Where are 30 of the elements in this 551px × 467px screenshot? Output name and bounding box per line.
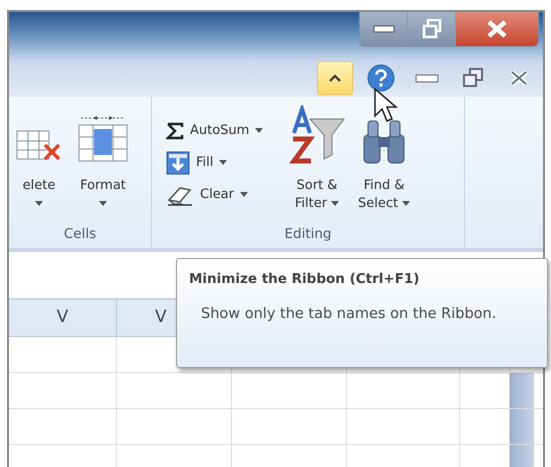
sort-filter-icon xyxy=(288,105,346,165)
restore-icon xyxy=(462,67,484,89)
column-header[interactable]: V xyxy=(9,300,117,336)
close-icon xyxy=(509,69,529,87)
help-icon xyxy=(366,63,396,93)
minimize-button[interactable] xyxy=(360,12,408,46)
autosum-button[interactable]: AutoSum xyxy=(166,119,270,143)
find-select-button[interactable]: Find & Select xyxy=(356,105,412,224)
eraser-icon xyxy=(166,184,194,206)
fill-down-icon xyxy=(166,151,190,175)
group-label: Cells xyxy=(62,224,98,244)
minimize-ribbon-button[interactable] xyxy=(317,61,353,95)
cursor-icon xyxy=(374,88,398,124)
tooltip-title: Minimize the Ribbon (Ctrl+F1) xyxy=(189,270,420,289)
format-button[interactable]: Format xyxy=(73,105,133,224)
scrollbar[interactable] xyxy=(510,409,534,444)
restore-icon xyxy=(422,19,442,39)
scrollbar[interactable] xyxy=(510,373,534,408)
group-label: Editing xyxy=(283,224,333,244)
sigma-icon xyxy=(166,122,184,140)
fill-button[interactable]: Fill xyxy=(166,151,270,175)
minimize-icon xyxy=(415,74,439,82)
restore-button[interactable] xyxy=(408,12,456,46)
clear-button[interactable]: Clear xyxy=(166,183,270,207)
minimize-icon xyxy=(372,25,394,33)
caret-icon xyxy=(328,73,342,83)
close-icon xyxy=(486,19,508,39)
delete-button[interactable]: elete xyxy=(13,105,65,224)
close-button[interactable] xyxy=(456,12,538,46)
sort-filter-button[interactable]: Sort & Filter xyxy=(286,105,348,224)
